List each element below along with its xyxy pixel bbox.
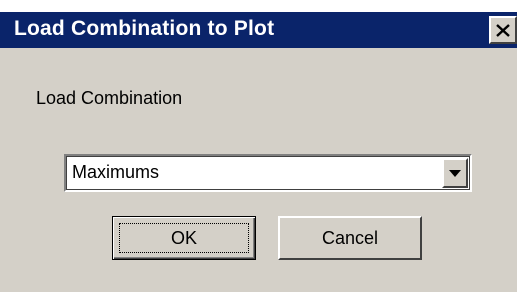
top-strip — [0, 0, 517, 12]
title-bar[interactable]: Load Combination to Plot — [0, 12, 517, 48]
load-combination-select[interactable]: Maximums — [64, 154, 472, 192]
cancel-button-label: Cancel — [321, 227, 379, 248]
select-value: Maximums — [72, 162, 160, 182]
ok-button[interactable]: OK — [112, 216, 256, 260]
load-combination-label: Load Combination — [36, 88, 183, 108]
window-title: Load Combination to Plot — [14, 17, 275, 40]
focus-rectangle — [119, 223, 249, 253]
dropdown-button[interactable] — [442, 158, 468, 188]
dialog-window: Load Combination to Plot Load Combinatio… — [0, 0, 517, 292]
close-icon — [496, 23, 510, 37]
cancel-button[interactable]: Cancel — [278, 216, 422, 260]
chevron-down-icon — [449, 164, 461, 182]
close-button[interactable] — [489, 16, 517, 44]
